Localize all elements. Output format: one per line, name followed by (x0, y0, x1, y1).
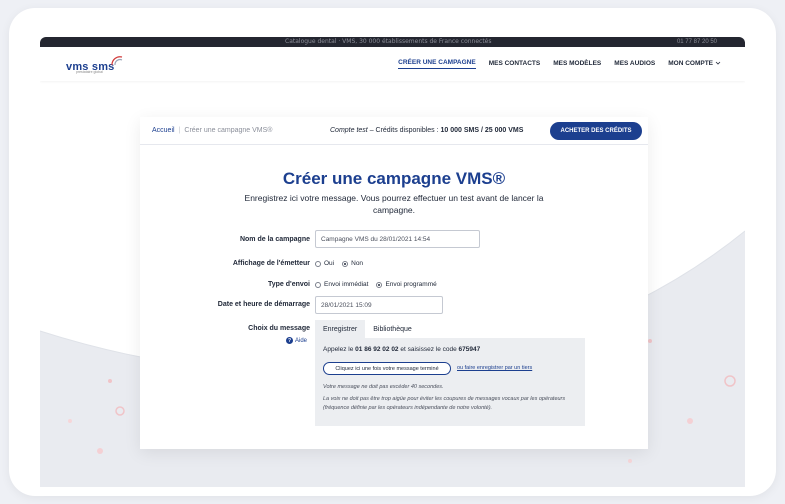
message-done-button[interactable]: Cliquez ici une fois votre message termi… (323, 362, 451, 375)
nav-my-account[interactable]: MON COMPTE (668, 60, 721, 69)
send-type-radios: Envoi immédiat Envoi programmé (315, 281, 437, 288)
logo-arc-icon (111, 56, 123, 66)
start-datetime-input[interactable]: 28/01/2021 15:09 (315, 296, 443, 314)
nav-my-audios[interactable]: MES AUDIOS (614, 60, 655, 69)
breadcrumb: Accueil | Créer une campagne VMS® (152, 127, 272, 134)
buy-credits-button[interactable]: ACHETER DES CRÉDITS (550, 122, 642, 140)
duration-note: Votre message ne doit pas excéder 40 sec… (323, 384, 444, 390)
main-navigation: vms sms prestataire global CRÉER UNE CAM… (40, 47, 745, 81)
call-text: Appelez le (323, 346, 356, 353)
sender-display-no-label: Non (351, 260, 364, 267)
nav-my-templates[interactable]: MES MODÈLES (553, 60, 601, 69)
start-datetime-label: Date et heure de démarrage (217, 301, 310, 308)
topbar-phone[interactable]: 01 77 87 20 50 (677, 37, 717, 47)
question-icon: ? (286, 337, 293, 344)
credits-info: Compte test – Crédits disponibles : 10 0… (330, 127, 523, 134)
radio-icon (315, 281, 321, 288)
send-immediate[interactable]: Envoi immédiat (315, 281, 368, 288)
nav-menu: CRÉER UNE CAMPAGNE MES CONTACTS MES MODÈ… (398, 47, 721, 81)
send-scheduled[interactable]: Envoi programmé (376, 281, 437, 288)
breadcrumb-current: Créer une campagne VMS® (184, 127, 273, 134)
nav-my-contacts[interactable]: MES CONTACTS (489, 60, 541, 69)
call-phone: 01 86 92 02 02 (355, 346, 399, 353)
top-info-bar: Catalogue dental · VMS, 30 000 établisse… (40, 37, 745, 47)
campaign-name-input[interactable]: Campagne VMS du 28/01/2021 14:54 (315, 230, 480, 248)
radio-icon (315, 260, 321, 267)
send-scheduled-label: Envoi programmé (385, 281, 437, 288)
nav-create-campaign[interactable]: CRÉER UNE CAMPAGNE (398, 59, 476, 69)
code-text: et saisissez le code (398, 346, 459, 353)
sender-display-label: Affichage de l'émetteur (232, 260, 310, 267)
message-choice-label: Choix du message (248, 325, 310, 332)
message-tabs: Enregistrer Bibliothèque (315, 320, 420, 338)
sender-display-no[interactable]: Non (342, 260, 363, 267)
voice-note: La voix ne doit pas être trop aigüe pour… (323, 396, 566, 411)
tab-record[interactable]: Enregistrer (315, 320, 366, 338)
help-label: Aide (295, 337, 308, 344)
breadcrumb-home[interactable]: Accueil (152, 127, 175, 134)
radio-checked-icon (376, 281, 383, 288)
send-type-label: Type d'envoi (268, 281, 310, 288)
sender-display-yes[interactable]: Oui (315, 260, 334, 267)
breadcrumb-separator: | (178, 127, 181, 134)
nav-my-account-label: MON COMPTE (668, 59, 713, 67)
website: vms sms prestataire global CRÉER UNE CAM… (40, 47, 745, 487)
sender-display-yes-label: Oui (324, 260, 335, 267)
sender-display-radios: Oui Non (315, 260, 363, 267)
campaign-card: Accueil | Créer une campagne VMS® Compte t… (140, 117, 648, 449)
topbar-message: Catalogue dental · VMS, 30 000 établisse… (285, 38, 492, 45)
record-panel: Appelez le 01 86 92 02 02 et saisissez l… (315, 338, 585, 426)
send-immediate-label: Envoi immédiat (324, 281, 369, 288)
card-header: Accueil | Créer une campagne VMS® Compte t… (140, 117, 648, 145)
screenshot-frame: Catalogue dental · VMS, 30 000 établisse… (9, 8, 776, 496)
tab-library[interactable]: Bibliothèque (365, 320, 420, 338)
page-title: Créer une campagne VMS® (282, 169, 506, 188)
chevron-down-icon (715, 61, 721, 65)
call-instructions: Appelez le 01 86 92 02 02 et saisissez l… (323, 346, 480, 353)
page-subtitle: Enregistrez ici votre message. Vous pour… (244, 193, 544, 215)
radio-checked-icon (342, 260, 349, 267)
account-type: Compte test (330, 127, 368, 134)
third-party-record-link[interactable]: ou faire enregistrer par un tiers (457, 365, 532, 371)
help-link[interactable]: ? Aide (286, 337, 307, 344)
brand-logo[interactable]: vms sms prestataire global (66, 56, 126, 77)
campaign-name-label: Nom de la campagne (239, 236, 310, 243)
logo-tagline: prestataire global (76, 70, 103, 74)
credits-amounts: 10 000 SMS / 25 000 VMS (440, 127, 524, 134)
credits-label: – Crédits disponibles : (367, 127, 441, 134)
record-code: 675947 (458, 346, 481, 353)
